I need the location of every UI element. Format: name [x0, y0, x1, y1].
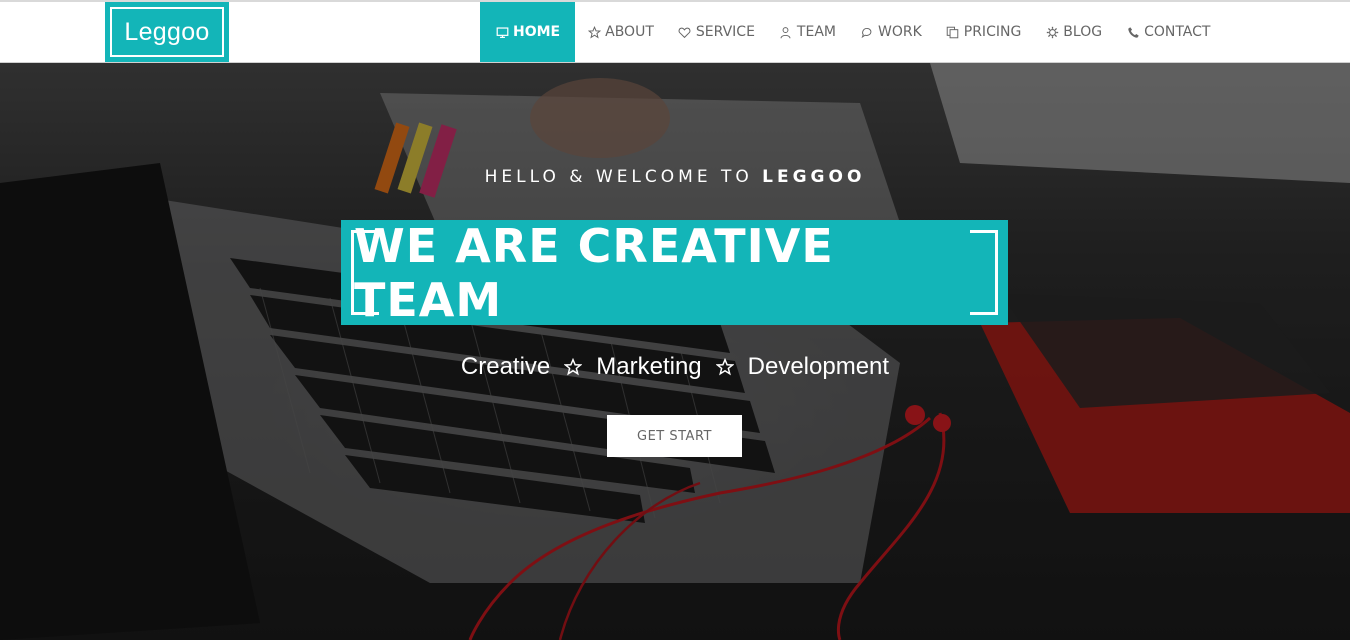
- headline-box: WE ARE CREATIVE TEAM: [341, 219, 1008, 327]
- nav-item-contact[interactable]: CONTACT: [1114, 2, 1222, 62]
- nav-item-blog[interactable]: BLOG: [1033, 2, 1114, 62]
- main-nav: HOME ABOUT SERVICE TEAM WORK PRICING BLO…: [480, 2, 1222, 62]
- hero-section: HELLO & WELCOME TO LEGGOO WE ARE CREATIV…: [0, 63, 1350, 640]
- star-outline-icon: [564, 358, 583, 376]
- tagline-item: Marketing: [596, 353, 702, 380]
- frame-corner: [351, 230, 379, 258]
- headline-frame: WE ARE CREATIVE TEAM: [351, 219, 998, 327]
- nav-label: HOME: [513, 24, 561, 40]
- tagline-item: Creative: [460, 353, 551, 380]
- nav-label: ABOUT: [605, 24, 654, 40]
- logo[interactable]: Leggoo: [105, 2, 229, 62]
- welcome-brand: LEGGOO: [762, 167, 866, 187]
- welcome-text: HELLO & WELCOME TO LEGGOO: [0, 167, 1350, 187]
- star-outline-icon: [715, 358, 734, 376]
- logo-text[interactable]: Leggoo: [110, 7, 224, 57]
- nav-label: SERVICE: [695, 24, 755, 40]
- get-start-button[interactable]: GET START: [607, 415, 742, 457]
- nav-item-about[interactable]: ABOUT: [575, 2, 666, 62]
- nav-item-home[interactable]: HOME: [480, 2, 576, 62]
- hero-headline: WE ARE CREATIVE TEAM: [354, 218, 834, 327]
- header: Leggoo HOME ABOUT SERVICE TEAM WORK PRIC…: [0, 0, 1350, 63]
- chat-bubble-icon: [860, 25, 874, 39]
- star-icon: [587, 25, 601, 39]
- frame-corner: [970, 230, 998, 258]
- user-icon: [779, 25, 793, 39]
- nav-label: CONTACT: [1144, 24, 1211, 40]
- nav-label: WORK: [877, 24, 922, 40]
- frame-corner: [970, 287, 998, 315]
- nav-item-pricing[interactable]: PRICING: [934, 2, 1034, 62]
- nav-label: BLOG: [1063, 24, 1103, 40]
- hero-tagline: Creative Marketing Development: [0, 353, 1350, 381]
- nav-label: PRICING: [963, 24, 1022, 40]
- nav-item-work[interactable]: WORK: [848, 2, 934, 62]
- laptop-desk-photo: [0, 63, 1350, 640]
- copy-icon: [946, 25, 960, 39]
- gear-icon: [1045, 25, 1059, 39]
- frame-corner: [351, 287, 379, 315]
- nav-label: TEAM: [796, 24, 836, 40]
- welcome-prefix: HELLO & WELCOME TO: [484, 167, 753, 187]
- tagline-item: Development: [747, 353, 890, 380]
- monitor-icon: [495, 25, 509, 39]
- nav-item-service[interactable]: SERVICE: [666, 2, 767, 62]
- phone-icon: [1126, 25, 1140, 39]
- nav-item-team[interactable]: TEAM: [767, 2, 848, 62]
- heart-icon: [678, 25, 692, 39]
